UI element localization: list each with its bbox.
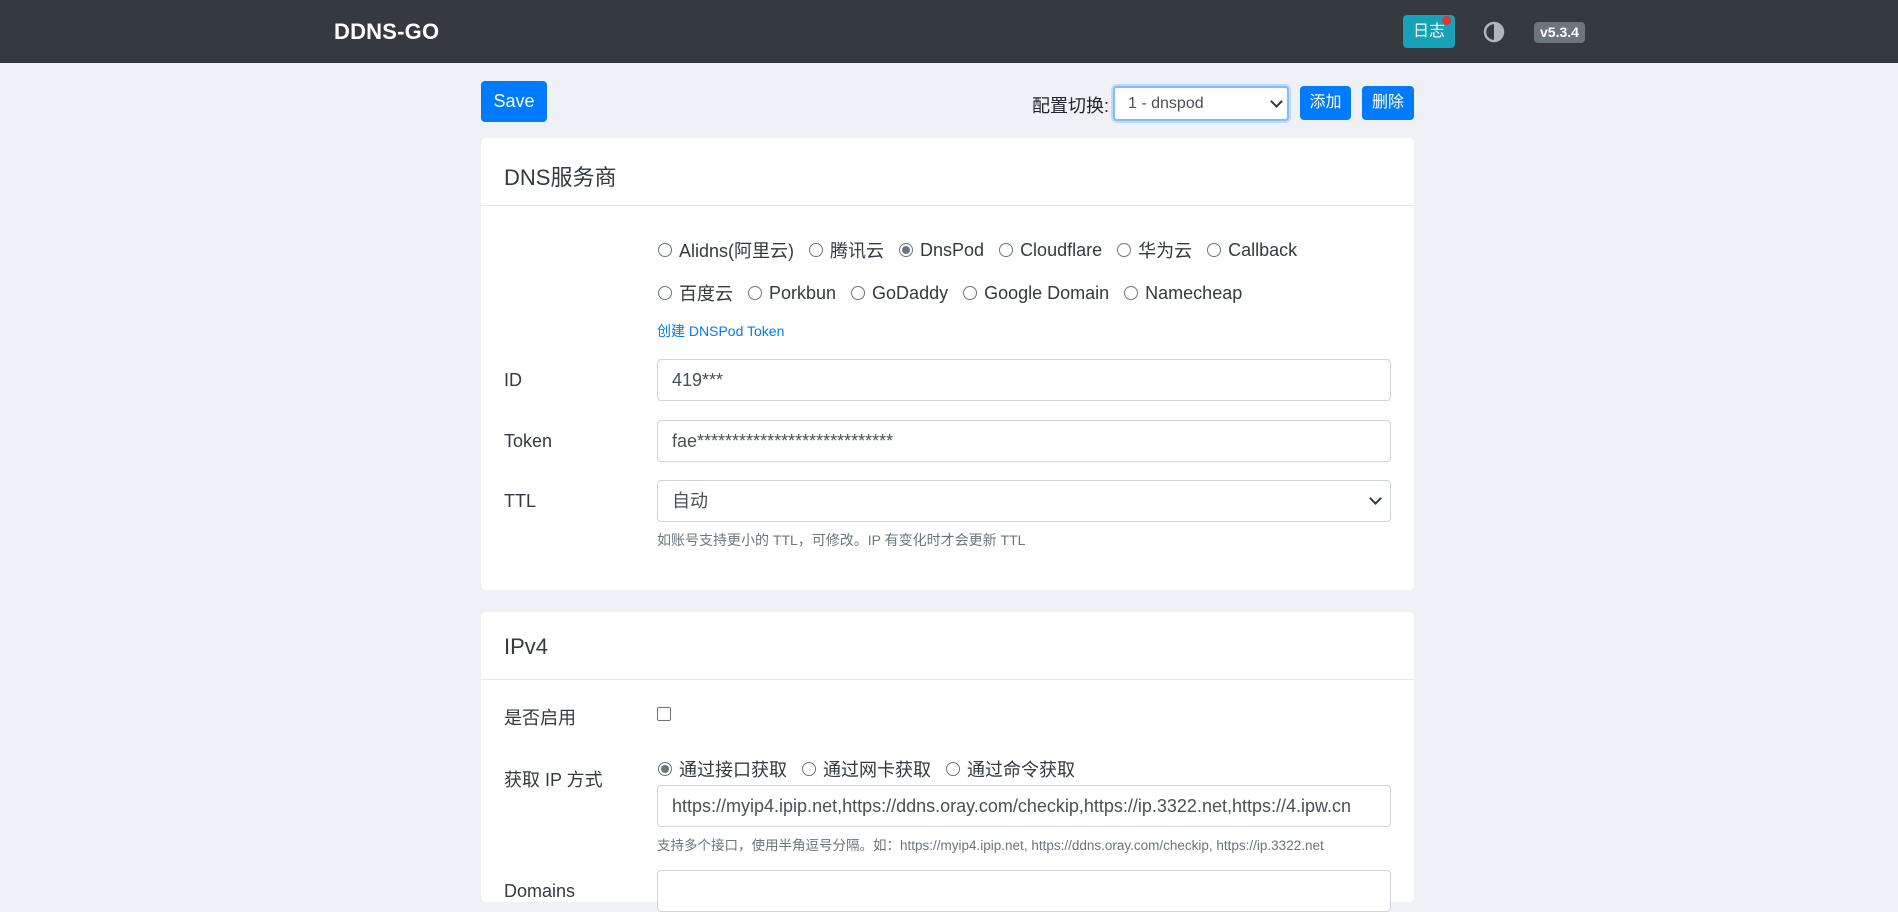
domains-textarea[interactable] (657, 870, 1391, 912)
provider-radio-label: 华为云 (1138, 241, 1193, 261)
ttl-select[interactable]: 自动 (657, 480, 1391, 522)
chevron-down-icon (1369, 492, 1382, 505)
ip-method-radio-2[interactable]: 通过命令获取 (946, 756, 1075, 782)
provider-radio-label: 百度云 (679, 284, 733, 304)
ipv4-enable-checkbox[interactable] (657, 707, 671, 721)
provider-radio-5[interactable]: Callback (1207, 240, 1297, 261)
config-switch-label: 配置切换: (1032, 96, 1110, 116)
provider-radio-3[interactable]: Cloudflare (999, 240, 1102, 261)
domains-label: Domains (504, 881, 576, 901)
version-badge: v5.3.4 (1534, 22, 1585, 43)
ipv4-card-header: IPv4 (481, 612, 1414, 680)
ip-method-radio-label: 通过网卡获取 (823, 760, 931, 780)
provider-radio-0[interactable]: 百度云 (658, 280, 733, 306)
config-select[interactable]: 1 - dnspod (1113, 86, 1289, 121)
chevron-down-icon (1270, 95, 1283, 108)
provider-radio-label: 腾讯云 (830, 241, 885, 261)
radio-circle[interactable] (658, 762, 672, 776)
dns-card-header: DNS服务商 (481, 138, 1414, 206)
provider-radio-2[interactable]: DnsPod (899, 240, 984, 261)
ip-method-radio-1[interactable]: 通过网卡获取 (802, 756, 931, 782)
config-select-value: 1 - dnspod (1128, 95, 1204, 112)
radio-circle[interactable] (963, 286, 978, 300)
provider-radio-label: Namecheap (1145, 282, 1243, 303)
provider-radio-label: Porkbun (769, 282, 837, 303)
provider-radio-2[interactable]: GoDaddy (851, 283, 948, 304)
ipv4-card-title: IPv4 (504, 634, 549, 659)
radio-circle[interactable] (809, 243, 824, 257)
provider-radio-label: Google Domain (984, 282, 1110, 303)
notification-dot (1442, 16, 1451, 25)
ttl-label: TTL (504, 491, 537, 511)
ttl-hint: 如账号支持更小的 TTL，可修改。IP 有变化时才会更新 TTL (657, 532, 1026, 548)
provider-radio-label: Alidns(阿里云) (679, 241, 795, 261)
create-token-link[interactable]: 创建 DNSPod Token (657, 321, 784, 341)
ttl-select-value: 自动 (672, 491, 708, 511)
radio-circle[interactable] (1207, 243, 1222, 257)
radio-circle[interactable] (946, 762, 960, 776)
radio-circle[interactable] (1124, 286, 1139, 300)
ip-url-input[interactable]: https://myip4.ipip.net,https://ddns.oray… (657, 785, 1391, 827)
id-label: ID (504, 370, 522, 390)
radio-circle[interactable] (851, 286, 866, 300)
provider-radio-label: Cloudflare (1020, 239, 1103, 260)
provider-radio-0[interactable]: Alidns(阿里云) (658, 237, 794, 263)
delete-config-button[interactable]: 删除 (1362, 86, 1414, 120)
log-button[interactable]: 日志 (1403, 15, 1455, 48)
radio-circle[interactable] (748, 286, 762, 300)
contrast-icon[interactable] (1483, 21, 1505, 43)
provider-radio-3[interactable]: Google Domain (963, 283, 1109, 304)
provider-radio-label: Callback (1228, 239, 1298, 260)
provider-radio-1[interactable]: Porkbun (748, 283, 836, 304)
enable-label: 是否启用 (504, 708, 576, 728)
ip-url-hint: 支持多个接口，使用半角逗号分隔。如：https://myip4.ipip.net… (657, 838, 1324, 853)
navbar: DDNS-GO 日志 v5.3.4 (0, 0, 1898, 63)
radio-circle[interactable] (658, 286, 672, 300)
brand-title: DDNS-GO (334, 19, 440, 44)
provider-radio-group-1: Alidns(阿里云) 腾讯云 DnsPod Cloudflare 华为云 Callbac… (658, 238, 1312, 262)
ip-method-label: 获取 IP 方式 (504, 770, 603, 790)
radio-circle[interactable] (999, 243, 1014, 257)
provider-radio-group-2: 百度云 Porkbun GoDaddy Google Domain Namecheap (658, 281, 1257, 305)
provider-radio-1[interactable]: 腾讯云 (809, 237, 884, 263)
provider-radio-4[interactable]: Namecheap (1124, 283, 1242, 304)
radio-circle[interactable] (1117, 243, 1132, 257)
radio-circle[interactable] (802, 762, 816, 776)
radio-circle[interactable] (899, 243, 914, 257)
dns-card-title: DNS服务商 (504, 165, 617, 190)
provider-radio-4[interactable]: 华为云 (1117, 237, 1192, 263)
ip-method-radio-0[interactable]: 通过接口获取 (658, 756, 787, 782)
add-config-button[interactable]: 添加 (1300, 86, 1351, 120)
save-button[interactable]: Save (481, 81, 547, 122)
token-input[interactable]: fae**************************** (657, 420, 1391, 462)
ip-method-radio-label: 通过命令获取 (967, 760, 1075, 780)
token-label: Token (504, 431, 553, 451)
id-input[interactable]: 419*** (657, 359, 1391, 401)
log-button-label: 日志 (1412, 23, 1445, 40)
provider-radio-label: DnsPod (920, 239, 985, 260)
ip-method-radio-label: 通过接口获取 (679, 760, 787, 780)
provider-radio-label: GoDaddy (872, 282, 949, 303)
ip-method-radio-group: 通过接口获取 通过网卡获取 通过命令获取 (658, 757, 1090, 781)
radio-circle[interactable] (658, 243, 672, 257)
